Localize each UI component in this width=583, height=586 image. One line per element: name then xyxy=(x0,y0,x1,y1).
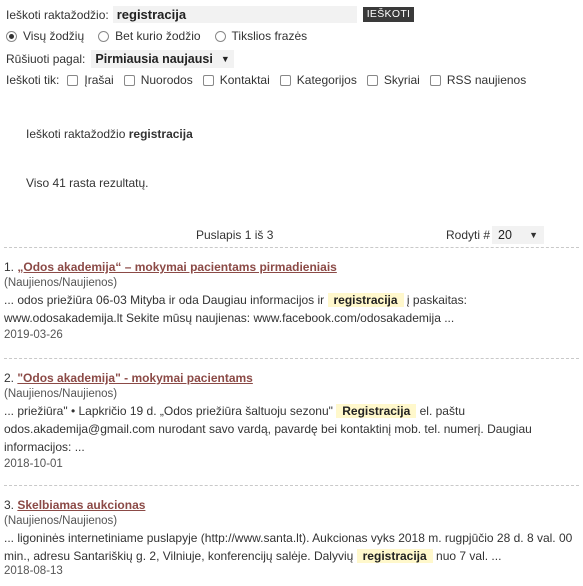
filter-checkbox-irasai[interactable] xyxy=(67,74,79,86)
search-input[interactable]: registracija xyxy=(112,6,357,23)
filter-checkbox-nuorodos[interactable] xyxy=(123,74,135,86)
result-snippet: ... odos priežiūra 06-03 Mityba ir oda D… xyxy=(4,291,576,327)
filter-label: Ieškoti tik: xyxy=(6,73,60,87)
sort-select-value: Pirmiausia naujausi xyxy=(95,52,213,66)
result-category: (Naujienos/Naujienos) xyxy=(4,515,118,527)
snippet-text: nuo 7 val. ... xyxy=(436,549,502,563)
filter-checkbox-kategorijos[interactable] xyxy=(279,74,291,86)
filter-checkbox-skyriai[interactable] xyxy=(366,74,378,86)
filter-row: Ieškoti tik: Įrašai Nuorodos Kontaktai K… xyxy=(6,73,526,87)
snippet-text: el. paštu xyxy=(419,404,465,418)
filter-label-skyriai: Skyriai xyxy=(383,73,420,87)
caret-down-icon: ▼ xyxy=(529,230,538,240)
radio-exact-phrase-label: Tikslios frazės xyxy=(231,29,308,43)
radio-all-words-label: Visų žodžių xyxy=(23,29,85,43)
per-page-value: 20 xyxy=(498,228,512,242)
search-button[interactable]: IEŠKOTI xyxy=(362,7,415,22)
sort-select[interactable]: Pirmiausia naujausi ▼ xyxy=(91,50,234,68)
per-page-select[interactable]: 20 ▼ xyxy=(492,226,544,244)
snippet-highlight: Registracija xyxy=(336,404,417,418)
search-label: Ieškoti raktažodžio: xyxy=(6,7,109,22)
result-category: (Naujienos/Naujienos) xyxy=(4,277,118,289)
filter-checkbox-kontaktai[interactable] xyxy=(202,74,214,86)
divider xyxy=(4,358,579,359)
snippet-highlight: registracija xyxy=(327,293,404,307)
filter-label-kontaktai: Kontaktai xyxy=(219,73,270,87)
show-label: Rodyti # xyxy=(446,228,491,242)
result-title-link[interactable]: "Odos akademija" - mokymai pacientams xyxy=(17,371,252,385)
result-date: 2018-10-01 xyxy=(4,458,63,470)
snippet-text: į paskaitas: xyxy=(406,293,467,307)
result-snippet: ... ligoninės internetiniame puslapyje (… xyxy=(4,529,576,565)
result-item: 1. „Odos akademija“ – mokymai pacientams… xyxy=(4,260,576,341)
sort-label: Rūšiuoti pagal: xyxy=(6,52,86,66)
result-title-row: 2. "Odos akademija" - mokymai pacientams xyxy=(4,371,576,385)
filter-label-nuorodos: Nuorodos xyxy=(140,73,193,87)
radio-exact-phrase[interactable] xyxy=(214,30,226,42)
sort-row: Rūšiuoti pagal: Pirmiausia naujausi ▼ xyxy=(6,50,234,68)
divider xyxy=(4,485,579,486)
filter-checkbox-rss[interactable] xyxy=(429,74,441,86)
result-title-row: 3. Skelbiamas aukcionas xyxy=(4,498,576,512)
filter-label-kategorijos: Kategorijos xyxy=(296,73,357,87)
snippet-text: ... odos priežiūra 06-03 Mityba ir oda D… xyxy=(4,293,325,307)
result-item: 2. "Odos akademija" - mokymai pacientams… xyxy=(4,371,576,470)
result-title-row: 1. „Odos akademija“ – mokymai pacientams… xyxy=(4,260,576,274)
result-date: 2019-03-26 xyxy=(4,329,63,341)
snippet-text: www.odosakademija.lt Sekite mūsų naujien… xyxy=(4,311,455,325)
result-item: 3. Skelbiamas aukcionas (Naujienos/Nauji… xyxy=(4,498,576,577)
result-number: 2. xyxy=(4,371,15,385)
radio-all-words[interactable] xyxy=(6,30,17,42)
query-summary: Ieškoti raktažodžio registracija xyxy=(26,127,193,141)
result-number: 1. xyxy=(4,260,15,274)
snippet-text: ... priežiūra" • Lapkričio 19 d. „Odos p… xyxy=(4,404,333,418)
result-number: 3. xyxy=(4,498,15,512)
query-summary-term: registracija xyxy=(128,127,193,141)
search-row: Ieškoti raktažodžio: registracija IEŠKOT… xyxy=(6,6,415,23)
result-title-link[interactable]: „Odos akademija“ – mokymai pacientams pi… xyxy=(17,260,336,274)
result-count: Viso 41 rasta rezultatų. xyxy=(26,176,149,190)
page-indicator: Puslapis 1 iš 3 xyxy=(196,228,274,242)
result-category: (Naujienos/Naujienos) xyxy=(4,388,118,400)
result-snippet: ... priežiūra" • Lapkričio 19 d. „Odos p… xyxy=(4,402,576,456)
caret-down-icon: ▼ xyxy=(220,54,230,64)
query-summary-prefix: Ieškoti raktažodžio xyxy=(26,127,126,141)
filter-label-irasai: Įrašai xyxy=(84,73,114,87)
snippet-text: odos.akademija@gmail.com nurodant savo v… xyxy=(4,422,532,454)
filter-label-rss: RSS naujienos xyxy=(446,73,527,87)
result-title-link[interactable]: Skelbiamas aukcionas xyxy=(17,498,145,512)
radio-any-word[interactable] xyxy=(98,30,110,42)
radio-any-word-label: Bet kurio žodžio xyxy=(115,29,201,43)
divider xyxy=(4,247,579,248)
snippet-highlight: registracija xyxy=(356,549,433,563)
search-mode-group: Visų žodžių Bet kurio žodžio Tikslios fr… xyxy=(6,29,307,43)
result-date: 2018-08-13 xyxy=(4,565,63,577)
